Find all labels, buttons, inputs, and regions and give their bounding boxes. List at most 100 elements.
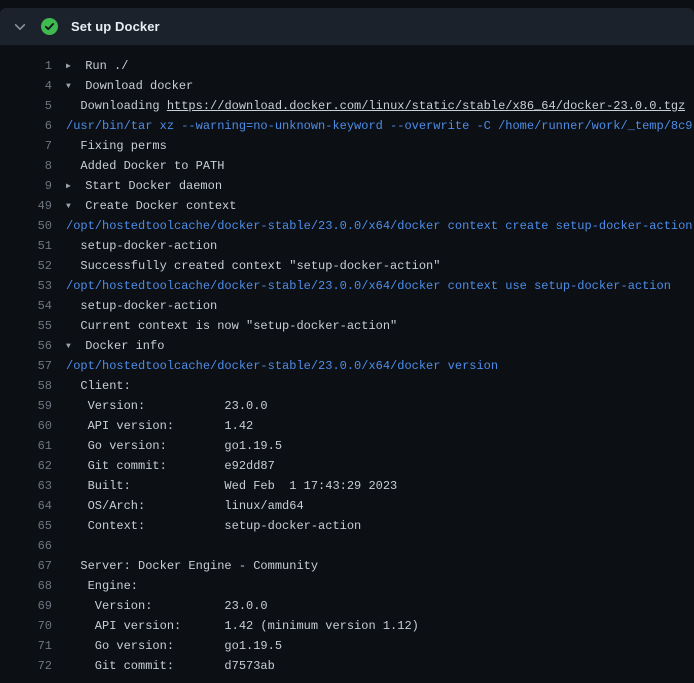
log-line: 71 Go version: go1.19.5 (0, 636, 694, 656)
log-line: 65 Context: setup-docker-action (0, 516, 694, 536)
line-content: setup-docker-action (52, 296, 217, 316)
log-line[interactable]: 4▼ Download docker (0, 76, 694, 96)
group-toggle-collapsed-icon[interactable]: ▶ (66, 57, 78, 76)
line-content: API version: 1.42 (minimum version 1.12) (52, 616, 419, 636)
line-content: Server: Docker Engine - Community (52, 556, 318, 576)
log-line: 66 (0, 536, 694, 556)
line-content: /opt/hostedtoolcache/docker-stable/23.0.… (52, 356, 498, 376)
group-title: Docker info (78, 339, 164, 353)
line-content: ▶ Start Docker daemon (52, 176, 222, 196)
line-number[interactable]: 69 (0, 596, 52, 616)
line-number[interactable]: 67 (0, 556, 52, 576)
log-line: 63 Built: Wed Feb 1 17:43:29 2023 (0, 476, 694, 496)
log-line: 53/opt/hostedtoolcache/docker-stable/23.… (0, 276, 694, 296)
log-line: 70 API version: 1.42 (minimum version 1.… (0, 616, 694, 636)
line-number[interactable]: 66 (0, 536, 52, 556)
line-number[interactable]: 59 (0, 396, 52, 416)
group-toggle-expanded-icon[interactable]: ▼ (66, 337, 78, 356)
line-number[interactable]: 70 (0, 616, 52, 636)
line-number[interactable]: 9 (0, 176, 52, 196)
line-number[interactable]: 62 (0, 456, 52, 476)
log-line: 5 Downloading https://download.docker.co… (0, 96, 694, 116)
line-content: Fixing perms (52, 136, 167, 156)
group-title: Start Docker daemon (78, 179, 222, 193)
line-number[interactable]: 6 (0, 116, 52, 136)
line-number[interactable]: 71 (0, 636, 52, 656)
line-content: Git commit: e92dd87 (52, 456, 275, 476)
group-toggle-expanded-icon[interactable]: ▼ (66, 197, 78, 216)
log-line: 57/opt/hostedtoolcache/docker-stable/23.… (0, 356, 694, 376)
line-content: ▼ Docker info (52, 336, 164, 356)
log-line: 59 Version: 23.0.0 (0, 396, 694, 416)
line-number[interactable]: 65 (0, 516, 52, 536)
line-content: Go version: go1.19.5 (52, 636, 282, 656)
line-number[interactable]: 60 (0, 416, 52, 436)
line-content: ▶ Run ./ (52, 56, 128, 76)
line-number[interactable]: 5 (0, 96, 52, 116)
line-content: setup-docker-action (52, 236, 217, 256)
line-content: API version: 1.42 (52, 416, 253, 436)
line-number[interactable]: 50 (0, 216, 52, 236)
line-number[interactable]: 1 (0, 56, 52, 76)
success-check-icon (41, 18, 58, 35)
log-line: 67 Server: Docker Engine - Community (0, 556, 694, 576)
log-line[interactable]: 9▶ Start Docker daemon (0, 176, 694, 196)
line-content: ▼ Create Docker context (52, 196, 236, 216)
log-url-link[interactable]: https://download.docker.com/linux/static… (167, 99, 685, 113)
line-content: Downloading https://download.docker.com/… (52, 96, 685, 116)
log-line: 72 Git commit: d7573ab (0, 656, 694, 676)
line-content: /usr/bin/tar xz --warning=no-unknown-key… (52, 116, 693, 136)
line-number[interactable]: 7 (0, 136, 52, 156)
line-number[interactable]: 58 (0, 376, 52, 396)
line-number[interactable]: 8 (0, 156, 52, 176)
log-line: 58 Client: (0, 376, 694, 396)
line-number[interactable]: 68 (0, 576, 52, 596)
log-line: 54 setup-docker-action (0, 296, 694, 316)
line-number[interactable]: 4 (0, 76, 52, 96)
line-number[interactable]: 63 (0, 476, 52, 496)
log-line[interactable]: 56▼ Docker info (0, 336, 694, 356)
line-content: /opt/hostedtoolcache/docker-stable/23.0.… (52, 276, 671, 296)
log-line: 55 Current context is now "setup-docker-… (0, 316, 694, 336)
line-content: ▼ Download docker (52, 76, 193, 96)
log-line: 52 Successfully created context "setup-d… (0, 256, 694, 276)
log-line: 50/opt/hostedtoolcache/docker-stable/23.… (0, 216, 694, 236)
line-content: Version: 23.0.0 (52, 596, 268, 616)
line-number[interactable]: 55 (0, 316, 52, 336)
group-title: Run ./ (78, 59, 128, 73)
log-line: 7 Fixing perms (0, 136, 694, 156)
line-number[interactable]: 57 (0, 356, 52, 376)
line-number[interactable]: 64 (0, 496, 52, 516)
line-content: Context: setup-docker-action (52, 516, 361, 536)
log-line: 6/usr/bin/tar xz --warning=no-unknown-ke… (0, 116, 694, 136)
group-title: Create Docker context (78, 199, 236, 213)
group-toggle-expanded-icon[interactable]: ▼ (66, 77, 78, 96)
log-area: 1▶ Run ./4▼ Download docker5 Downloading… (0, 45, 694, 676)
line-number[interactable]: 51 (0, 236, 52, 256)
line-content: Engine: (52, 576, 138, 596)
log-line: 51 setup-docker-action (0, 236, 694, 256)
group-title: Download docker (78, 79, 193, 93)
log-line[interactable]: 1▶ Run ./ (0, 56, 694, 76)
step-header[interactable]: Set up Docker (0, 8, 694, 45)
group-toggle-collapsed-icon[interactable]: ▶ (66, 177, 78, 196)
line-number[interactable]: 54 (0, 296, 52, 316)
line-content: Go version: go1.19.5 (52, 436, 282, 456)
line-number[interactable]: 61 (0, 436, 52, 456)
log-line[interactable]: 49▼ Create Docker context (0, 196, 694, 216)
log-text: Downloading (66, 99, 167, 113)
log-line: 64 OS/Arch: linux/amd64 (0, 496, 694, 516)
step-title: Set up Docker (71, 19, 160, 34)
log-line: 8 Added Docker to PATH (0, 156, 694, 176)
line-number[interactable]: 56 (0, 336, 52, 356)
log-lines: 1▶ Run ./4▼ Download docker5 Downloading… (0, 56, 694, 676)
chevron-down-icon[interactable] (12, 19, 28, 35)
line-number[interactable]: 72 (0, 656, 52, 676)
line-content: /opt/hostedtoolcache/docker-stable/23.0.… (52, 216, 693, 236)
line-number[interactable]: 49 (0, 196, 52, 216)
log-line: 61 Go version: go1.19.5 (0, 436, 694, 456)
line-content: Git commit: d7573ab (52, 656, 275, 676)
line-number[interactable]: 52 (0, 256, 52, 276)
line-content: OS/Arch: linux/amd64 (52, 496, 304, 516)
line-number[interactable]: 53 (0, 276, 52, 296)
